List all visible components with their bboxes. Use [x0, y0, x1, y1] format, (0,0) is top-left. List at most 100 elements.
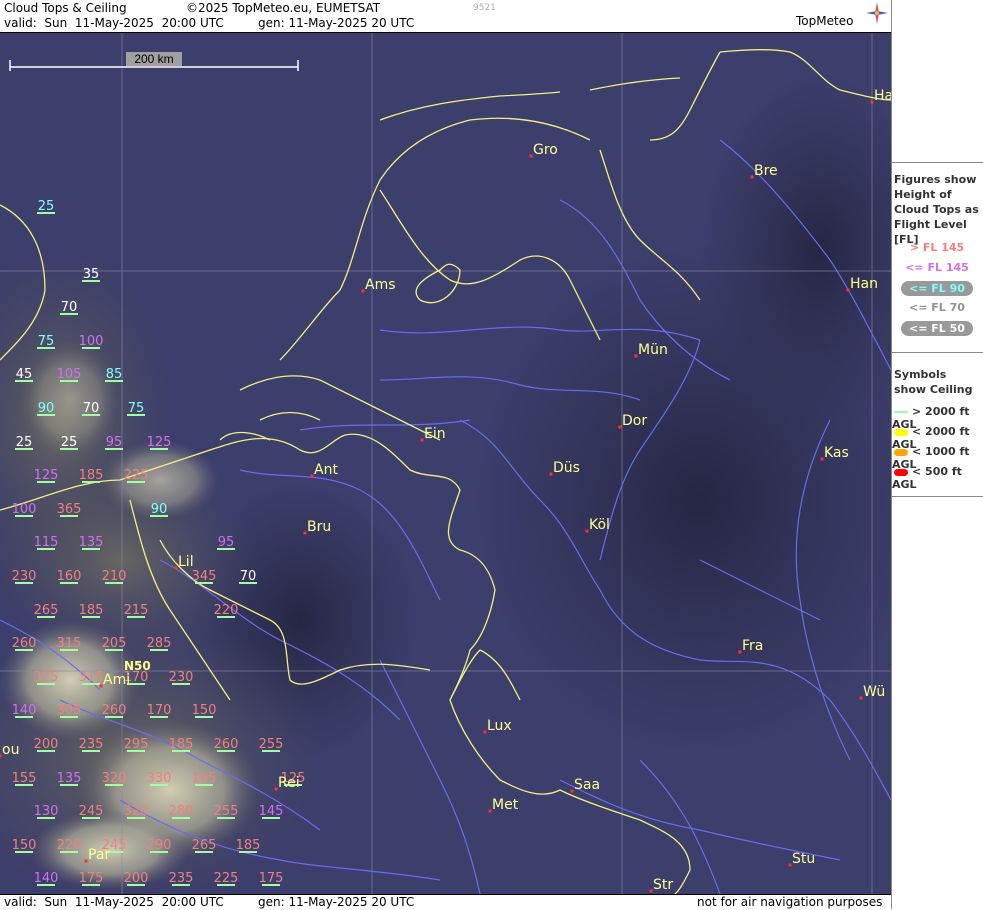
- figures-legend-title: Figures show Height of Cloud Tops as Fli…: [894, 173, 979, 246]
- legend-fl-row: <= FL 50: [892, 321, 982, 336]
- map-panel[interactable]: 200 km 25 35 70 75 100 45 105 85 90 70 75 25 25 95 125…: [0, 33, 891, 894]
- footer-valid-time: valid: Sun 11-May-2025 20:00 UTC: [4, 895, 224, 909]
- flight-level-value: 115: [34, 535, 59, 550]
- flight-level-value: 255: [259, 737, 284, 752]
- flight-level-value: 125: [34, 468, 59, 483]
- flight-level-value: 135: [79, 535, 104, 550]
- flight-level-value: 70: [240, 569, 257, 584]
- ceiling-swatch: [894, 428, 908, 436]
- flight-level-value: 295: [124, 737, 149, 752]
- flight-level-value: 265: [192, 838, 217, 853]
- flight-level-value: 85: [106, 367, 123, 382]
- city-label: Ams: [365, 277, 396, 293]
- flight-level-value: 265: [34, 603, 59, 618]
- flight-level-value: 315: [57, 636, 82, 651]
- compass-icon: [866, 2, 888, 24]
- city-label: Düs: [553, 460, 580, 476]
- map-canvas[interactable]: 200 km 25 35 70 75 100 45 105 85 90 70 75 25 25 95 125…: [0, 33, 891, 894]
- city-label: Lil: [178, 554, 194, 570]
- flight-level-value: 135: [57, 771, 82, 786]
- latitude-label: N50: [124, 659, 151, 673]
- legend-fl-label: <= FL 90: [901, 281, 973, 296]
- flight-level-value: 325: [34, 670, 59, 685]
- flight-level-value: 95: [106, 435, 123, 450]
- city-label: Kas: [824, 445, 849, 461]
- flight-level-value: 220: [57, 838, 82, 853]
- flight-level-value: 175: [79, 871, 104, 886]
- city-label: Han: [850, 276, 878, 292]
- city-label: Ami: [103, 672, 130, 688]
- flight-level-value: 320: [124, 804, 149, 819]
- legend-fl-row: <= FL 90: [892, 281, 982, 296]
- city-label: Mün: [638, 342, 668, 358]
- flight-level-value: 185: [79, 603, 104, 618]
- flight-level-value: 260: [214, 737, 239, 752]
- city-label: Ha: [874, 88, 891, 104]
- city-label: Ein: [424, 426, 446, 442]
- ceiling-swatch: [894, 411, 908, 413]
- flight-level-value: 185: [79, 468, 104, 483]
- flight-level-value: 130: [34, 804, 59, 819]
- city-label: Köl: [589, 517, 610, 533]
- flight-level-value: 25: [61, 435, 78, 450]
- valid-time: valid: Sun 11-May-2025 20:00 UTC: [4, 16, 224, 30]
- flight-level-value: 140: [34, 871, 59, 886]
- flight-level-value: 320: [102, 771, 127, 786]
- footer-generated-time: gen: 11-May-2025 20 UTC: [258, 895, 415, 909]
- legend-divider: [892, 352, 983, 353]
- copyright-text: ©2025 TopMeteo.eu, EUMETSAT: [186, 1, 381, 15]
- flight-level-value: 365: [57, 502, 82, 517]
- ceiling-swatch: [894, 468, 908, 476]
- flight-level-value: 210: [102, 569, 127, 584]
- flight-level-value: 200: [124, 871, 149, 886]
- flight-level-value: 95: [218, 535, 235, 550]
- legend-ceiling-row: < 500 ft AGL: [892, 465, 982, 491]
- legend-fl-label: <= FL 145: [905, 261, 969, 274]
- flight-level-value: 155: [12, 771, 37, 786]
- city-label: Bru: [307, 519, 331, 535]
- flight-level-value: 220: [214, 603, 239, 618]
- ceiling-swatch: [894, 448, 908, 456]
- symbols-legend-title: Symbols show Ceiling: [894, 368, 973, 396]
- generated-time: gen: 11-May-2025 20 UTC: [258, 16, 415, 30]
- flight-level-value: 25: [38, 199, 55, 214]
- city-label: Met: [492, 797, 519, 813]
- flight-level-value: 290: [147, 838, 172, 853]
- code-text: 9521: [473, 3, 496, 13]
- legend-fl-label: <= FL 50: [901, 321, 973, 336]
- legend-fl-label: <= FL 70: [909, 301, 965, 314]
- flight-level-value: 150: [12, 838, 37, 853]
- flight-level-value: 170: [147, 703, 172, 718]
- flight-level-value: 185: [169, 737, 194, 752]
- flight-level-value: 235: [79, 737, 104, 752]
- city-label: ou: [2, 742, 19, 758]
- header-bar: Cloud Tops & Ceiling ©2025 TopMeteo.eu, …: [0, 0, 891, 33]
- flight-level-value: 185: [236, 838, 261, 853]
- city-label: Wü: [863, 684, 885, 700]
- flight-level-value: 140: [12, 703, 37, 718]
- scale-label: 200 km: [134, 52, 173, 66]
- legend-divider: [892, 496, 983, 497]
- flight-level-value: 330: [147, 771, 172, 786]
- flight-level-value: 235: [169, 871, 194, 886]
- flight-level-value: 100: [79, 334, 104, 349]
- flight-level-value: 150: [192, 703, 217, 718]
- flight-level-value: 175: [259, 871, 284, 886]
- legend-divider: [892, 162, 983, 163]
- flight-level-value: 160: [57, 569, 82, 584]
- city-label: Str: [653, 877, 673, 893]
- flight-level-value: 25: [16, 435, 33, 450]
- legend-fl-label: > FL 145: [909, 241, 965, 254]
- city-label: Stu: [792, 851, 815, 867]
- city-label: Rei: [278, 775, 300, 791]
- flight-level-value: 70: [61, 300, 78, 315]
- topmeteo-logo: TopMeteo: [796, 14, 854, 28]
- flight-level-value: 245: [79, 804, 104, 819]
- flight-level-value: 345: [192, 569, 217, 584]
- flight-level-value: 255: [214, 804, 239, 819]
- flight-level-value: 125: [147, 435, 172, 450]
- map-title: Cloud Tops & Ceiling: [4, 1, 127, 15]
- city-label: Saa: [574, 777, 600, 793]
- flight-level-value: 225: [214, 871, 239, 886]
- flight-level-value: 200: [34, 737, 59, 752]
